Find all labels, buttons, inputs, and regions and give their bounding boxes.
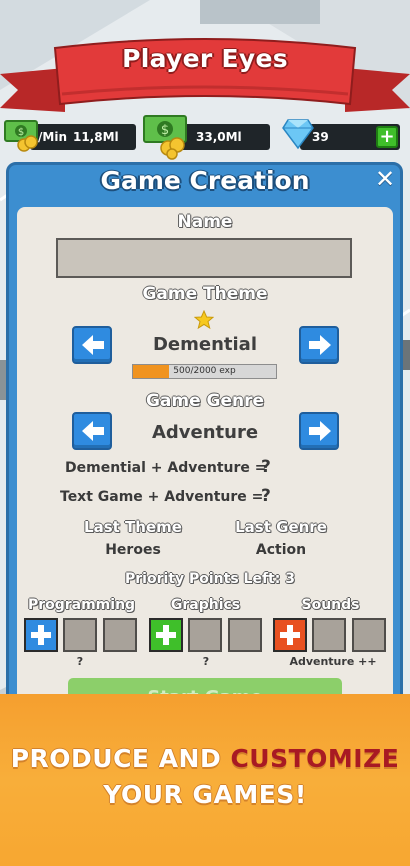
plus-icon bbox=[30, 624, 52, 646]
theme-xp-text: 500/2000 exp bbox=[173, 366, 236, 376]
promo-line-2: YOUR GAMES! bbox=[103, 780, 307, 809]
graphics-slot bbox=[228, 618, 262, 652]
combo-type-genre-result: ? bbox=[261, 486, 271, 506]
close-button[interactable]: ✕ bbox=[373, 167, 397, 192]
arrow-right-icon bbox=[309, 421, 331, 441]
star-icon bbox=[194, 310, 214, 330]
cash-display: 33,0Ml bbox=[180, 124, 270, 150]
genre-next-button[interactable] bbox=[299, 412, 339, 450]
player-name-title: Player Eyes bbox=[122, 44, 288, 73]
plus-icon bbox=[155, 624, 177, 646]
promo-line-1-text: PRODUCE AND bbox=[10, 744, 222, 773]
game-genre-label: Game Genre bbox=[145, 391, 265, 411]
theme-next-button[interactable] bbox=[299, 326, 339, 364]
diamond-icon bbox=[282, 119, 314, 150]
genre-value: Adventure bbox=[151, 422, 259, 443]
sounds-slot bbox=[312, 618, 346, 652]
graphics-note: ? bbox=[202, 655, 210, 668]
graphics-label: Graphics bbox=[170, 597, 241, 613]
game-name-input[interactable] bbox=[56, 238, 352, 278]
sounds-label: Sounds bbox=[301, 597, 360, 613]
sounds-add-button[interactable] bbox=[273, 618, 307, 652]
sounds-slot bbox=[352, 618, 386, 652]
priority-points: Priority Points Left: 3 bbox=[120, 571, 300, 587]
svg-text:$: $ bbox=[161, 123, 169, 138]
income-display: /Min 11,8Ml bbox=[30, 124, 136, 150]
arrow-right-icon bbox=[309, 335, 331, 355]
combo-theme-genre: Demential + Adventure = bbox=[65, 460, 267, 476]
programming-slot bbox=[63, 618, 97, 652]
sounds-note: Adventure ++ bbox=[289, 655, 377, 668]
cash-money-icon: $ bbox=[143, 115, 187, 160]
game-theme-label: Game Theme bbox=[142, 284, 268, 304]
programming-note: ? bbox=[76, 655, 84, 668]
last-theme-label: Last Theme bbox=[84, 518, 182, 536]
plus-icon bbox=[279, 624, 301, 646]
add-gems-button[interactable]: + bbox=[376, 126, 398, 148]
combo-type-genre: Text Game + Adventure = bbox=[60, 489, 264, 505]
programming-label: Programming bbox=[27, 597, 136, 613]
promo-accent-word: CUSTOMIZE bbox=[230, 744, 400, 773]
graphics-add-button[interactable] bbox=[149, 618, 183, 652]
svg-text:$: $ bbox=[18, 127, 24, 138]
last-theme-value: Heroes bbox=[105, 542, 161, 558]
dialog-title: Game Creation bbox=[100, 166, 310, 195]
income-value: 11,8Ml bbox=[72, 130, 119, 144]
genre-prev-button[interactable] bbox=[72, 412, 112, 450]
theme-xp-bar: 500/2000 exp bbox=[132, 364, 277, 379]
programming-add-button[interactable] bbox=[24, 618, 58, 652]
theme-value: Demential bbox=[152, 334, 258, 355]
combo-theme-genre-result: ? bbox=[261, 457, 271, 477]
programming-slot bbox=[103, 618, 137, 652]
graphics-slot bbox=[188, 618, 222, 652]
promo-line-1: PRODUCE AND CUSTOMIZE bbox=[0, 744, 410, 773]
arrow-left-icon bbox=[82, 421, 104, 441]
arrow-left-icon bbox=[82, 335, 104, 355]
income-money-icon: $ bbox=[4, 120, 38, 152]
theme-prev-button[interactable] bbox=[72, 326, 112, 364]
last-genre-value: Action bbox=[255, 542, 307, 558]
priority-value: 3 bbox=[285, 571, 295, 587]
name-label: Name bbox=[177, 212, 233, 232]
priority-label: Priority Points Left: bbox=[125, 571, 281, 587]
last-genre-label: Last Genre bbox=[235, 518, 327, 536]
